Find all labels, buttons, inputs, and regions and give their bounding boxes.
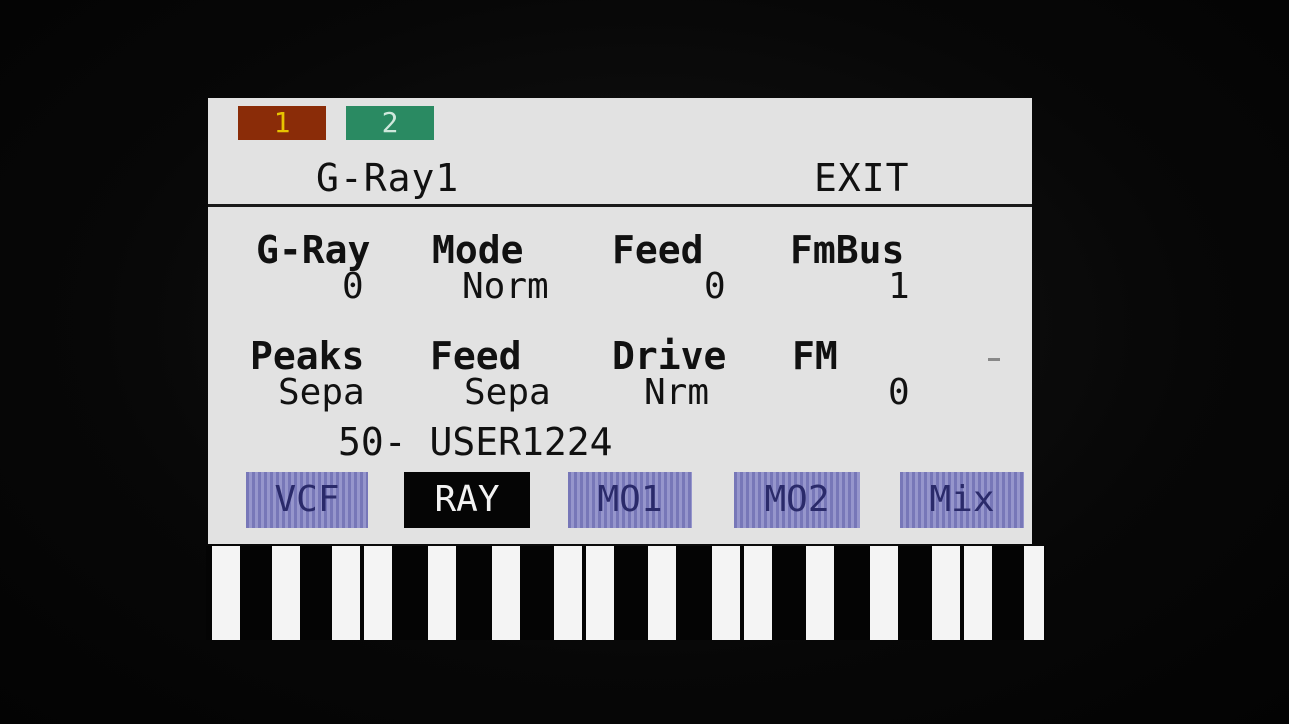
white-key[interactable]: [648, 546, 676, 640]
white-key[interactable]: [212, 546, 240, 640]
tab-vcf[interactable]: VCF: [246, 472, 368, 528]
white-key[interactable]: [870, 546, 898, 640]
dash-marker: [988, 358, 1000, 361]
track-2-button[interactable]: 2: [346, 106, 434, 140]
white-key[interactable]: [1024, 546, 1044, 640]
white-key[interactable]: [712, 546, 740, 640]
piano-keyboard: [206, 546, 1046, 640]
track-1-button[interactable]: 1: [238, 106, 326, 140]
white-key[interactable]: [428, 546, 456, 640]
white-key[interactable]: [744, 546, 772, 640]
param-value-fm[interactable]: 0: [888, 372, 910, 413]
param-value-fmbus[interactable]: 1: [888, 266, 910, 307]
param-value-peaks[interactable]: Sepa: [278, 372, 365, 413]
white-key[interactable]: [964, 546, 992, 640]
white-key[interactable]: [586, 546, 614, 640]
param-value-mode[interactable]: Norm: [462, 266, 549, 307]
tab-ray[interactable]: RAY: [404, 472, 530, 528]
white-key[interactable]: [332, 546, 360, 640]
header-divider: [208, 204, 1032, 207]
preset-name: 50- USER1224: [338, 420, 613, 464]
lcd-screen: 1 2 G-Ray1 EXIT G-Ray Mode Feed FmBus 0 …: [208, 98, 1032, 544]
param-value-drive[interactable]: Nrm: [644, 372, 709, 413]
white-key[interactable]: [492, 546, 520, 640]
white-key[interactable]: [364, 546, 392, 640]
device-bezel: 1 2 G-Ray1 EXIT G-Ray Mode Feed FmBus 0 …: [0, 0, 1289, 724]
param-label-feed: Feed: [612, 228, 704, 272]
white-key[interactable]: [806, 546, 834, 640]
param-value-g-ray[interactable]: 0: [342, 266, 364, 307]
param-value-feed-2[interactable]: Sepa: [464, 372, 551, 413]
param-value-feed[interactable]: 0: [704, 266, 726, 307]
tab-mo2[interactable]: MO2: [734, 472, 860, 528]
tab-mix[interactable]: Mix: [900, 472, 1024, 528]
page-title: G-Ray1: [316, 156, 460, 200]
white-key[interactable]: [932, 546, 960, 640]
white-key[interactable]: [272, 546, 300, 640]
param-label-fm: FM: [792, 334, 838, 378]
white-key[interactable]: [554, 546, 582, 640]
tab-mo1[interactable]: MO1: [568, 472, 692, 528]
exit-button[interactable]: EXIT: [814, 156, 910, 200]
